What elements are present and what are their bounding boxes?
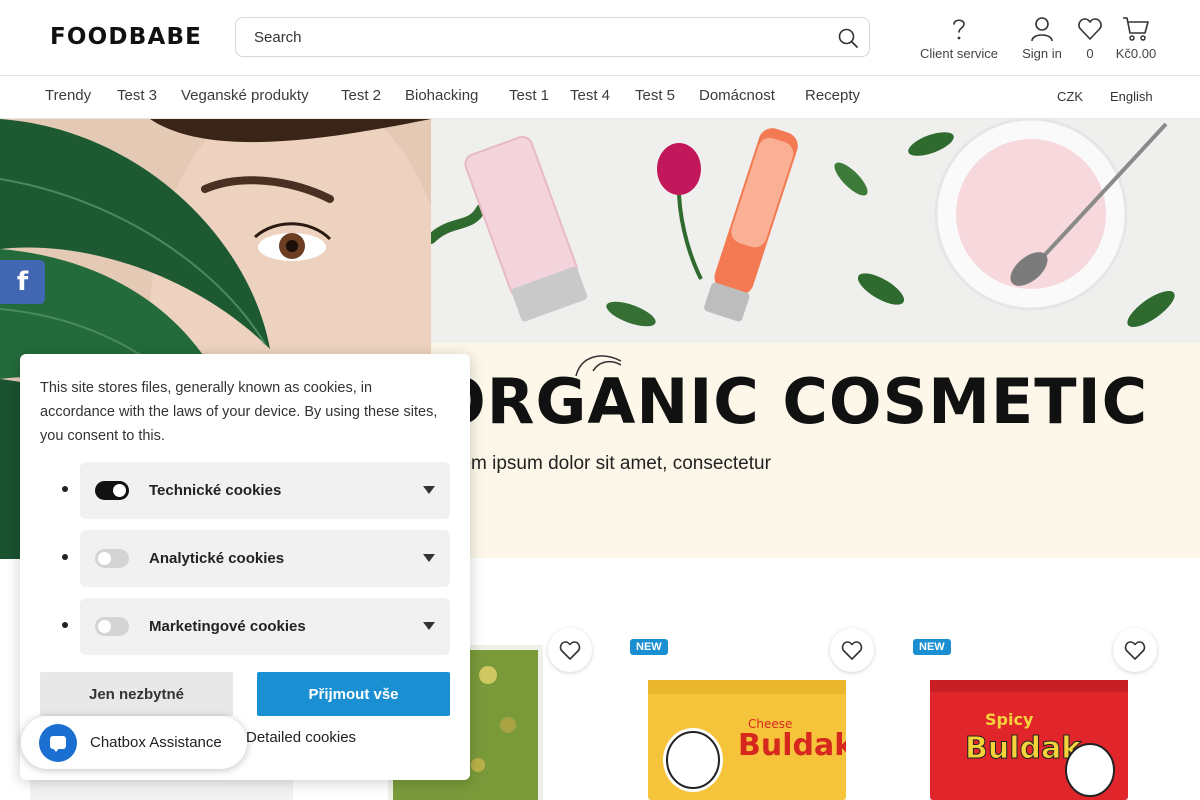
facebook-icon[interactable]: f <box>0 260 45 304</box>
question-icon <box>953 19 965 40</box>
svg-text:Cheese: Cheese <box>748 717 792 731</box>
svg-text:Buldak: Buldak <box>738 728 846 763</box>
accept-all-button[interactable]: Přijmout vše <box>257 672 450 716</box>
chevron-down-icon[interactable] <box>423 554 435 562</box>
main-nav: Trendy Test 3 Veganské produkty Test 2 B… <box>0 76 1200 119</box>
cookie-option-marketing[interactable]: Marketingové cookies <box>80 598 450 655</box>
client-service-label: Client service <box>919 46 999 61</box>
chevron-down-icon[interactable] <box>423 622 435 630</box>
cookie-option-label: Analytické cookies <box>149 550 285 567</box>
nav-item-household[interactable]: Domácnost <box>699 87 775 104</box>
heart-icon <box>1124 641 1146 660</box>
nav-item-test-4[interactable]: Test 4 <box>570 87 610 104</box>
new-badge: NEW <box>913 639 951 655</box>
chevron-down-icon[interactable] <box>423 486 435 494</box>
product-card[interactable]: NEW Buldak Cheese <box>630 625 892 800</box>
nav-item-biohacking[interactable]: Biohacking <box>405 87 478 104</box>
hero-cosmetics-image[interactable] <box>431 119 1200 343</box>
heart-icon <box>841 641 863 660</box>
sign-in-link[interactable]: Sign in <box>1018 16 1066 61</box>
nav-item-test-2[interactable]: Test 2 <box>341 87 381 104</box>
necessary-only-button[interactable]: Jen nezbytné <box>40 672 233 716</box>
chat-bubble-icon <box>39 724 77 762</box>
new-badge: NEW <box>630 639 668 655</box>
product-card[interactable]: NEW Spicy Buldak <box>913 625 1175 800</box>
cart-icon <box>1123 17 1149 41</box>
cart-link[interactable]: Kč0.00 <box>1112 16 1160 61</box>
cookie-notice-text: This site stores files, generally known … <box>40 380 438 444</box>
cart-total: Kč0.00 <box>1115 46 1157 61</box>
wishlist-link[interactable]: 0 <box>1076 16 1104 61</box>
currency-selector[interactable]: CZK <box>1057 89 1083 104</box>
wishlist-button[interactable] <box>548 628 592 672</box>
product-image: Buldak Cheese <box>648 680 846 800</box>
hero-subtitle: Lorem ipsum dolor sit amet, consectetur <box>433 453 771 474</box>
heart-icon <box>559 641 581 660</box>
technical-cookies-toggle[interactable] <box>95 481 129 500</box>
nav-item-test-1[interactable]: Test 1 <box>509 87 549 104</box>
marketing-cookies-toggle[interactable] <box>95 617 129 636</box>
search-box[interactable] <box>235 17 870 57</box>
language-selector[interactable]: English <box>1110 89 1153 104</box>
cookie-option-label: Technické cookies <box>149 482 282 499</box>
site-logo[interactable]: FOODBABE <box>50 24 202 50</box>
sign-in-label: Sign in <box>1022 46 1062 61</box>
chatbox-label: Chatbox Assistance <box>90 734 222 751</box>
heart-icon <box>1078 18 1102 40</box>
hero-banner[interactable]: ORGANIC COSMETIC Lorem ipsum dolor sit a… <box>431 343 1200 558</box>
wishlist-count: 0 <box>1086 46 1094 61</box>
cookie-option-technical[interactable]: Technické cookies <box>80 462 450 519</box>
nav-item-vegan-products[interactable]: Veganské produkty <box>181 87 309 104</box>
chatbox-assistance-button[interactable]: Chatbox Assistance <box>21 716 247 769</box>
nav-item-trendy[interactable]: Trendy <box>45 87 91 104</box>
cookie-option-label: Marketingové cookies <box>149 618 306 635</box>
product-image: Spicy Buldak <box>930 680 1128 800</box>
nav-item-test-5[interactable]: Test 5 <box>635 87 675 104</box>
cookie-option-analytics[interactable]: Analytické cookies <box>80 530 450 587</box>
detailed-cookies-link[interactable]: Detailed cookies <box>246 729 356 746</box>
nav-item-test-3[interactable]: Test 3 <box>117 87 157 104</box>
nav-item-recipes[interactable]: Recepty <box>805 87 860 104</box>
list-bullet <box>62 554 68 560</box>
svg-text:Spicy: Spicy <box>985 710 1034 729</box>
client-service-link[interactable]: Client service <box>918 16 1000 61</box>
list-bullet <box>62 486 68 492</box>
wishlist-button[interactable] <box>1113 628 1157 672</box>
wishlist-button[interactable] <box>830 628 874 672</box>
search-icon[interactable] <box>837 27 859 49</box>
cosmetics-illustration <box>431 119 1200 343</box>
svg-text:Buldak: Buldak <box>965 731 1082 766</box>
product-card[interactable] <box>30 780 293 800</box>
list-bullet <box>62 622 68 628</box>
search-input[interactable] <box>254 18 814 56</box>
analytics-cookies-toggle[interactable] <box>95 549 129 568</box>
hero-title: ORGANIC COSMETIC <box>433 365 1149 438</box>
site-header: FOODBABE Client service Sign in 0 Kč0.00 <box>0 0 1200 76</box>
user-icon <box>1031 17 1053 42</box>
